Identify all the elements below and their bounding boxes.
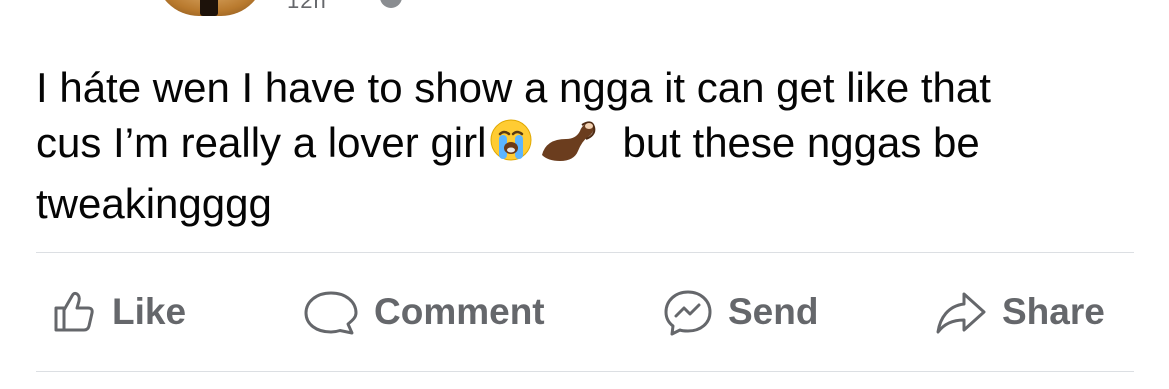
pinching-hand-icon: [538, 117, 604, 176]
post-line-1: I háte wen I have to show a ngga it can …: [36, 60, 1116, 115]
loudly-crying-face-icon: [488, 117, 534, 176]
post-text-segment: I háte wen I have to show a ngga it can …: [36, 64, 991, 111]
post-timestamp[interactable]: 12h: [287, 0, 327, 14]
post-action-bar: Like Comment Send Share: [36, 270, 1134, 354]
share-arrow-icon: [936, 292, 986, 334]
like-label: Like: [112, 291, 187, 332]
comment-bubble-icon: [304, 291, 358, 335]
comment-label: Comment: [374, 291, 545, 332]
share-button[interactable]: Share: [934, 270, 1105, 354]
post-line-3: tweakingggg: [36, 176, 1116, 231]
thumbs-up-icon: [54, 291, 94, 332]
avatar-figure: [200, 0, 218, 16]
post-text-segment: cus I’m really a lover girl: [36, 119, 487, 166]
post-text-segment: but these nggas be: [622, 119, 980, 166]
post-text-segment: tweakingggg: [36, 180, 272, 227]
avatar[interactable]: [155, 0, 265, 16]
post-line-2: cus I’m really a lover girl but these ng…: [36, 115, 1116, 176]
send-label: Send: [728, 291, 819, 332]
divider: [36, 371, 1134, 372]
globe-icon: [380, 0, 402, 8]
messenger-icon: [664, 290, 712, 336]
post-text: I háte wen I have to show a ngga it can …: [36, 60, 1116, 231]
like-button[interactable]: Like: [50, 270, 186, 354]
comment-button[interactable]: Comment: [302, 270, 545, 354]
divider: [36, 252, 1134, 253]
post-header: 12h: [0, 0, 1169, 30]
send-button[interactable]: Send: [662, 270, 818, 354]
share-label: Share: [1002, 291, 1105, 332]
